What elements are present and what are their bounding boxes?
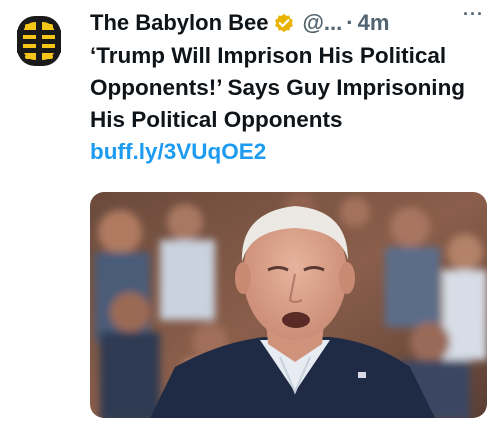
author-handle[interactable]: @... [302,10,342,36]
photo-image [90,192,487,418]
timestamp[interactable]: 4m [358,10,390,36]
tweet-link[interactable]: buff.ly/3VUqOE2 [90,139,266,164]
header-separator: · [346,10,354,35]
tweet-text: ‘Trump Will Imprison His Political Oppon… [90,40,490,168]
tweet-body: ‘Trump Will Imprison His Political Oppon… [90,43,466,132]
avatar[interactable] [14,12,64,70]
tweet-media-photo[interactable] [90,192,487,418]
babylon-bee-logo-icon [17,16,61,66]
tweet-header: The Babylon Bee @... · 4m [90,8,490,38]
author-name[interactable]: The Babylon Bee [90,10,268,36]
more-options-icon[interactable]: ··· [463,4,484,25]
gold-verified-badge-icon [274,13,294,33]
